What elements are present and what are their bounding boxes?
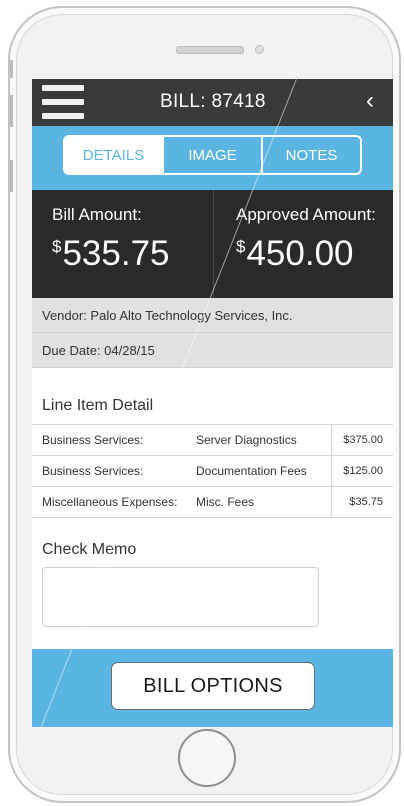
line-description: Misc. Fees — [192, 486, 332, 518]
segmented-tabs: DETAILS IMAGE NOTES — [63, 135, 362, 175]
due-date-row: Due Date: 04/28/15 — [32, 333, 393, 368]
line-amount: $125.00 — [331, 455, 393, 487]
speaker-grille — [176, 46, 244, 54]
mute-switch — [10, 60, 13, 78]
approved-amount-block: Approved Amount: $450.00 — [214, 190, 393, 298]
table-row: Business Services: Server Diagnostics $3… — [32, 424, 393, 456]
approved-amount-value: $450.00 — [236, 234, 354, 274]
bill-currency-symbol: $ — [52, 237, 62, 256]
approved-amount-number: 450.00 — [246, 234, 354, 273]
line-amount: $35.75 — [331, 486, 393, 518]
volume-up-button — [10, 95, 13, 127]
check-memo-field[interactable] — [42, 567, 319, 627]
bill-number-title: BILL: 87418 — [160, 91, 266, 112]
hamburger-menu-icon[interactable] — [42, 85, 84, 119]
line-item-title: Line Item Detail — [42, 397, 154, 414]
tab-notes[interactable]: NOTES — [261, 137, 360, 173]
bill-options-button[interactable]: BILL OPTIONS — [111, 662, 315, 710]
line-category: Business Services: — [32, 424, 192, 456]
tab-image[interactable]: IMAGE — [162, 137, 261, 173]
bill-amount-label: Bill Amount: — [52, 205, 142, 224]
table-row: Miscellaneous Expenses: Misc. Fees $35.7… — [32, 486, 393, 518]
approved-amount-label: Approved Amount: — [236, 205, 376, 224]
volume-down-button — [10, 160, 13, 192]
line-amount: $375.00 — [331, 424, 393, 456]
home-button[interactable] — [178, 729, 236, 787]
table-row: Business Services: Documentation Fees $1… — [32, 455, 393, 487]
tabs-bar: DETAILS IMAGE NOTES — [32, 126, 393, 190]
chevron-left-icon[interactable]: ‹ — [366, 87, 374, 115]
app-screen: BILL: 87418 ‹ DETAILS IMAGE NOTES Bill A… — [32, 79, 393, 727]
footer-bar: BILL OPTIONS — [32, 649, 393, 727]
line-category: Business Services: — [32, 455, 192, 487]
app-header: BILL: 87418 ‹ — [32, 79, 393, 126]
bill-amount-number: 535.75 — [62, 234, 170, 273]
line-description: Server Diagnostics — [192, 424, 332, 456]
bill-amount-value: $535.75 — [52, 234, 170, 274]
check-memo-label: Check Memo — [42, 541, 137, 558]
front-camera — [255, 45, 264, 54]
amounts-panel: Bill Amount: $535.75 Approved Amount: $4… — [32, 190, 393, 298]
line-category: Miscellaneous Expenses: — [32, 486, 192, 518]
line-items-table: Business Services: Server Diagnostics $3… — [32, 424, 393, 518]
line-description: Documentation Fees — [192, 455, 332, 487]
vendor-row: Vendor: Palo Alto Technology Services, I… — [32, 298, 393, 333]
bill-amount-block: Bill Amount: $535.75 — [32, 190, 213, 298]
tab-details[interactable]: DETAILS — [65, 137, 162, 173]
approved-currency-symbol: $ — [236, 237, 246, 256]
